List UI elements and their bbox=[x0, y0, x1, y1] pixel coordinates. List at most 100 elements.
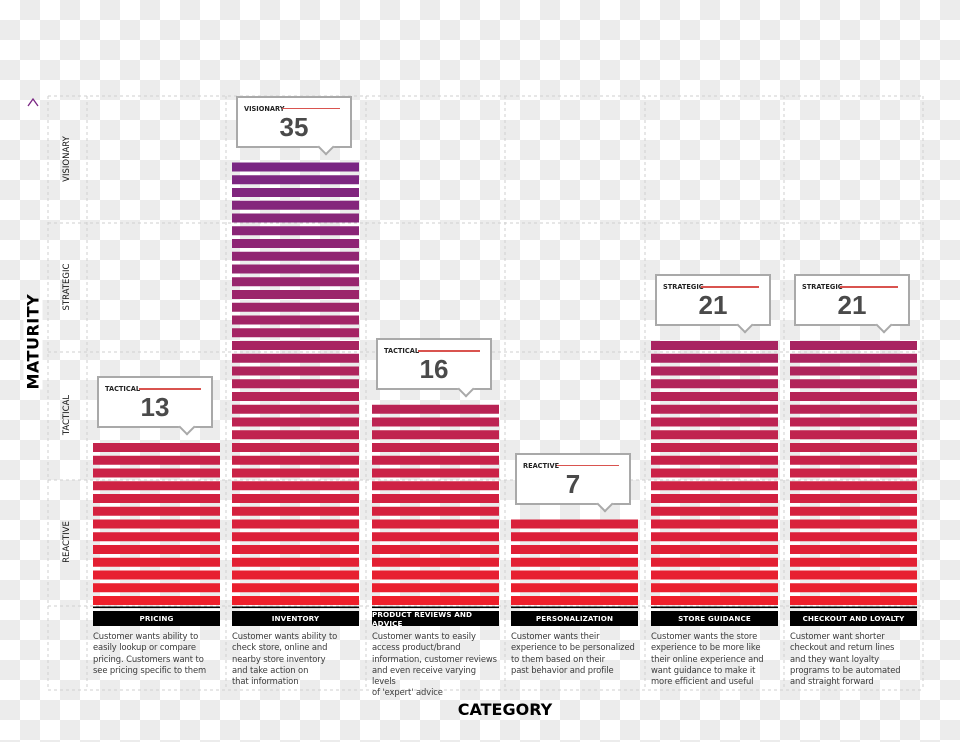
bar-stripe bbox=[232, 328, 359, 338]
category-label: PRODUCT REVIEWS AND ADVICE bbox=[372, 610, 499, 628]
bar-stripe bbox=[790, 430, 917, 440]
callout-value: 35 bbox=[279, 111, 309, 142]
bar-stripe bbox=[511, 596, 638, 605]
bar-stripe bbox=[232, 570, 359, 580]
bar-stripe bbox=[232, 481, 359, 491]
bar-stripe bbox=[372, 404, 499, 414]
bar-stripe bbox=[232, 251, 359, 261]
description-line: Customer wants to easily bbox=[372, 631, 476, 641]
bar-stripe bbox=[372, 532, 499, 542]
bar-stripe bbox=[372, 417, 499, 427]
category-label: PRICING bbox=[93, 611, 220, 626]
bar-stripe bbox=[372, 596, 499, 605]
bar-stripe bbox=[651, 392, 778, 401]
bar-stripe bbox=[232, 468, 359, 478]
bar-stripe bbox=[790, 468, 917, 478]
bar-stripe bbox=[232, 379, 359, 389]
bar-stripe bbox=[232, 494, 359, 503]
bar-stripe bbox=[372, 443, 499, 452]
bar-stripe bbox=[232, 239, 359, 248]
description-line: see pricing specific to them bbox=[93, 664, 207, 675]
bar-stripe bbox=[511, 570, 638, 580]
bar-stripe bbox=[651, 353, 778, 363]
bar-stripe bbox=[232, 366, 359, 376]
level-label-strategic: STRATEGIC bbox=[62, 263, 72, 311]
bar-pricing bbox=[93, 443, 220, 609]
bar-stripe bbox=[93, 596, 220, 605]
bar-stripe bbox=[372, 430, 499, 440]
bar-stripe bbox=[232, 315, 359, 325]
description-line: experience to be personalized bbox=[511, 642, 635, 653]
bar-stripe bbox=[651, 430, 778, 440]
callout-value: 16 bbox=[419, 354, 449, 384]
description-line: programs to be automated bbox=[790, 664, 901, 675]
bar-stripe bbox=[651, 366, 778, 376]
bar-stripe bbox=[651, 557, 778, 567]
callout-accent-line bbox=[840, 286, 898, 288]
bar-stripe bbox=[93, 506, 220, 516]
bar-stripe bbox=[232, 545, 359, 554]
bar-stripe bbox=[93, 557, 220, 567]
bar-stripe bbox=[651, 341, 778, 350]
bar-stripe bbox=[651, 596, 778, 605]
bar-stripe bbox=[232, 188, 359, 197]
bar-baseline bbox=[232, 606, 359, 609]
bar-stripe bbox=[790, 570, 917, 580]
bar-stripe bbox=[232, 175, 359, 185]
bar-stripe bbox=[651, 506, 778, 516]
bar-stripe bbox=[232, 302, 359, 312]
description-line: and take action on bbox=[232, 664, 309, 675]
callout-accent-line bbox=[701, 286, 759, 288]
category-label: STORE GUIDANCE bbox=[651, 611, 778, 626]
bar-stripe bbox=[372, 519, 499, 529]
bar-stripe bbox=[651, 519, 778, 529]
description-line: and they want loyalty bbox=[790, 653, 880, 664]
bar-stripe bbox=[651, 532, 778, 542]
bar-store-guidance bbox=[651, 341, 778, 609]
bar-stripe bbox=[232, 290, 359, 299]
bar-stripe bbox=[93, 570, 220, 580]
bar-stripe bbox=[372, 468, 499, 478]
callout-accent-line bbox=[139, 388, 201, 390]
bar-stripe bbox=[232, 213, 359, 223]
bar-stripe bbox=[790, 353, 917, 363]
bar-stripe bbox=[232, 417, 359, 427]
bar-stripe bbox=[93, 494, 220, 503]
bar-stripe bbox=[651, 379, 778, 389]
description-line: easily lookup or compare bbox=[93, 642, 196, 653]
value-callout: TACTICAL 16 bbox=[376, 338, 492, 398]
callout-value: 21 bbox=[698, 290, 728, 321]
bar-stripe bbox=[790, 392, 917, 401]
callout-value: 21 bbox=[837, 290, 867, 321]
callout-accent-line bbox=[418, 350, 480, 352]
bar-stripe bbox=[93, 468, 220, 478]
category-label: CHECKOUT AND LOYALTY bbox=[790, 611, 917, 626]
level-label-tactical: TACTICAL bbox=[62, 394, 72, 436]
bar-stripe bbox=[232, 392, 359, 401]
description-line: access product/brand bbox=[372, 642, 461, 653]
value-callout: TACTICAL 13 bbox=[97, 376, 213, 436]
bar-stripe bbox=[93, 519, 220, 529]
bar-stripe bbox=[651, 417, 778, 427]
bar-product-reviews-and-advice bbox=[372, 404, 499, 609]
bar-stripe bbox=[93, 545, 220, 554]
bar-stripe bbox=[232, 443, 359, 452]
category-description: Customer wants their experience to be per… bbox=[511, 631, 641, 676]
description-line: that information bbox=[232, 676, 299, 687]
bar-stripe bbox=[790, 379, 917, 389]
description-line: experience to be more like bbox=[651, 642, 761, 653]
bar-stripe bbox=[651, 404, 778, 414]
level-label-reactive: REACTIVE bbox=[62, 521, 72, 563]
bar-stripe bbox=[790, 455, 917, 465]
bar-stripe bbox=[790, 494, 917, 503]
bar-stripe bbox=[511, 519, 638, 529]
bar-stripe bbox=[232, 455, 359, 465]
bar-baseline bbox=[790, 606, 917, 609]
bar-stripe bbox=[232, 583, 359, 593]
x-axis-label: CATEGORY bbox=[457, 700, 553, 719]
description-line: to them based on their bbox=[511, 653, 605, 664]
bar-stripe bbox=[651, 583, 778, 593]
bar-stripe bbox=[232, 404, 359, 414]
bar-baseline bbox=[372, 606, 499, 609]
value-callout: STRATEGIC 21 bbox=[794, 274, 910, 334]
